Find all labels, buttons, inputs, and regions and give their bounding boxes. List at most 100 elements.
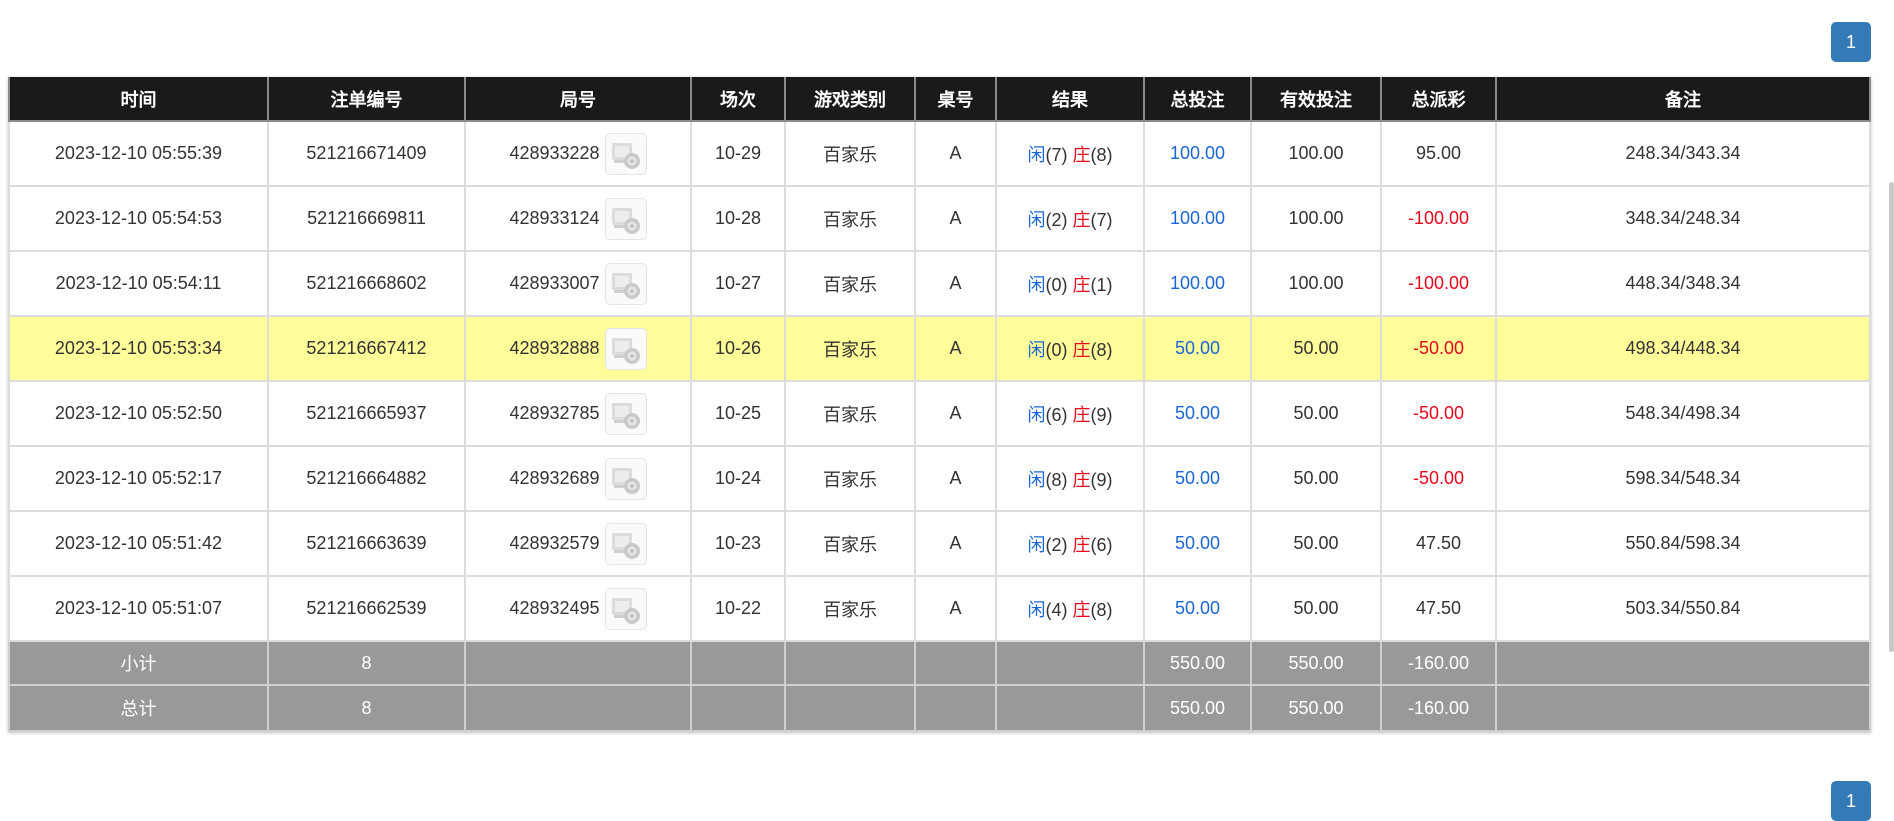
valid-bet: 100.00 <box>1250 185 1382 252</box>
round-replay-icon[interactable] <box>604 522 647 565</box>
banker-label: 庄 <box>1072 469 1091 490</box>
round-cell: 428932785 <box>464 380 692 447</box>
payout: -50.00 <box>1380 445 1497 512</box>
payout: -50.00 <box>1380 315 1497 382</box>
player-score: (7) <box>1045 144 1068 165</box>
subtotal-count: 8 <box>267 640 466 686</box>
empty-cell <box>1495 640 1871 686</box>
header-note: 备注 <box>1495 77 1871 122</box>
payout: -50.00 <box>1380 380 1497 447</box>
table-no: A <box>914 445 997 512</box>
empty-cell <box>914 640 997 686</box>
payout: -100.00 <box>1380 250 1497 317</box>
header-result: 结果 <box>995 77 1145 122</box>
header-game-type: 游戏类别 <box>784 77 916 122</box>
round-replay-icon[interactable] <box>604 392 647 435</box>
round-replay-icon[interactable] <box>604 587 647 630</box>
balance-note: 548.34/498.34 <box>1495 380 1871 447</box>
banker-label: 庄 <box>1072 404 1091 425</box>
session: 10-29 <box>690 120 786 187</box>
pagination-page-1-top[interactable]: 1 <box>1831 22 1871 62</box>
empty-cell <box>690 640 786 686</box>
round-replay-icon[interactable] <box>604 327 647 370</box>
player-score: (2) <box>1045 534 1068 555</box>
subtotal-label: 小计 <box>8 640 269 686</box>
header-payout: 总派彩 <box>1380 77 1497 122</box>
banker-score: (9) <box>1090 469 1113 490</box>
round-id: 428932785 <box>509 403 600 423</box>
valid-bet: 50.00 <box>1250 380 1382 447</box>
player-label: 闲 <box>1027 209 1046 230</box>
valid-bet: 50.00 <box>1250 315 1382 382</box>
total-bet: 50.00 <box>1143 380 1252 447</box>
payout: -100.00 <box>1380 185 1497 252</box>
total-count: 8 <box>267 684 466 732</box>
total-bet: 50.00 <box>1143 510 1252 577</box>
total-total-bet: 550.00 <box>1143 684 1252 732</box>
vertical-scrollbar[interactable] <box>1889 182 1894 652</box>
bet-id: 521216669811 <box>267 185 466 252</box>
empty-cell <box>914 684 997 732</box>
round-id: 428933007 <box>509 273 600 293</box>
session: 10-24 <box>690 445 786 512</box>
table-no: A <box>914 250 997 317</box>
bet-id: 521216663639 <box>267 510 466 577</box>
result-cell: 闲(6) 庄(9) <box>995 380 1145 447</box>
total-bet: 100.00 <box>1143 185 1252 252</box>
balance-note: 550.84/598.34 <box>1495 510 1871 577</box>
bet-id: 521216665937 <box>267 380 466 447</box>
result-cell: 闲(8) 庄(9) <box>995 445 1145 512</box>
round-replay-icon[interactable] <box>604 132 647 175</box>
round-cell: 428932888 <box>464 315 692 382</box>
empty-cell <box>690 684 786 732</box>
round-replay-icon[interactable] <box>604 262 647 305</box>
empty-cell <box>784 684 916 732</box>
table-row: 2023-12-10 05:52:50 521216665937 428932785… <box>8 380 1871 447</box>
session: 10-25 <box>690 380 786 447</box>
balance-note: 348.34/248.34 <box>1495 185 1871 252</box>
round-cell: 428933124 <box>464 185 692 252</box>
banker-label: 庄 <box>1072 599 1091 620</box>
game-type: 百家乐 <box>784 380 916 447</box>
table-row: 2023-12-10 05:55:39 521216671409 428933228… <box>8 120 1871 187</box>
banker-label: 庄 <box>1072 534 1091 555</box>
result-cell: 闲(0) 庄(1) <box>995 250 1145 317</box>
bet-id: 521216671409 <box>267 120 466 187</box>
banker-score: (9) <box>1090 404 1113 425</box>
session: 10-23 <box>690 510 786 577</box>
total-bet: 100.00 <box>1143 120 1252 187</box>
header-total-bet: 总投注 <box>1143 77 1252 122</box>
balance-note: 598.34/548.34 <box>1495 445 1871 512</box>
table-no: A <box>914 575 997 642</box>
player-score: (0) <box>1045 274 1068 295</box>
bet-time: 2023-12-10 05:53:34 <box>8 315 269 382</box>
balance-note: 248.34/343.34 <box>1495 120 1871 187</box>
game-type: 百家乐 <box>784 250 916 317</box>
round-cell: 428933228 <box>464 120 692 187</box>
total-bet: 50.00 <box>1143 315 1252 382</box>
subtotal-valid-bet: 550.00 <box>1250 640 1382 686</box>
player-score: (0) <box>1045 339 1068 360</box>
bet-time: 2023-12-10 05:54:53 <box>8 185 269 252</box>
game-type: 百家乐 <box>784 575 916 642</box>
empty-cell <box>464 684 692 732</box>
game-type: 百家乐 <box>784 445 916 512</box>
table-no: A <box>914 120 997 187</box>
session: 10-27 <box>690 250 786 317</box>
total-label: 总计 <box>8 684 269 732</box>
banker-score: (6) <box>1090 534 1113 555</box>
table-row: 2023-12-10 05:54:11 521216668602 428933007… <box>8 250 1871 317</box>
round-replay-icon[interactable] <box>604 197 647 240</box>
pagination-page-1-bottom[interactable]: 1 <box>1831 781 1871 821</box>
total-bet: 50.00 <box>1143 575 1252 642</box>
result-cell: 闲(0) 庄(8) <box>995 315 1145 382</box>
banker-score: (8) <box>1090 599 1113 620</box>
round-cell: 428932689 <box>464 445 692 512</box>
round-replay-icon[interactable] <box>604 457 647 500</box>
bet-time: 2023-12-10 05:52:50 <box>8 380 269 447</box>
table-row: 2023-12-10 05:51:42 521216663639 428932579… <box>8 510 1871 577</box>
player-label: 闲 <box>1027 404 1046 425</box>
payout: 47.50 <box>1380 575 1497 642</box>
table-no: A <box>914 315 997 382</box>
subtotal-row: 小计 8 550.00 550.00 -160.00 <box>8 640 1871 686</box>
